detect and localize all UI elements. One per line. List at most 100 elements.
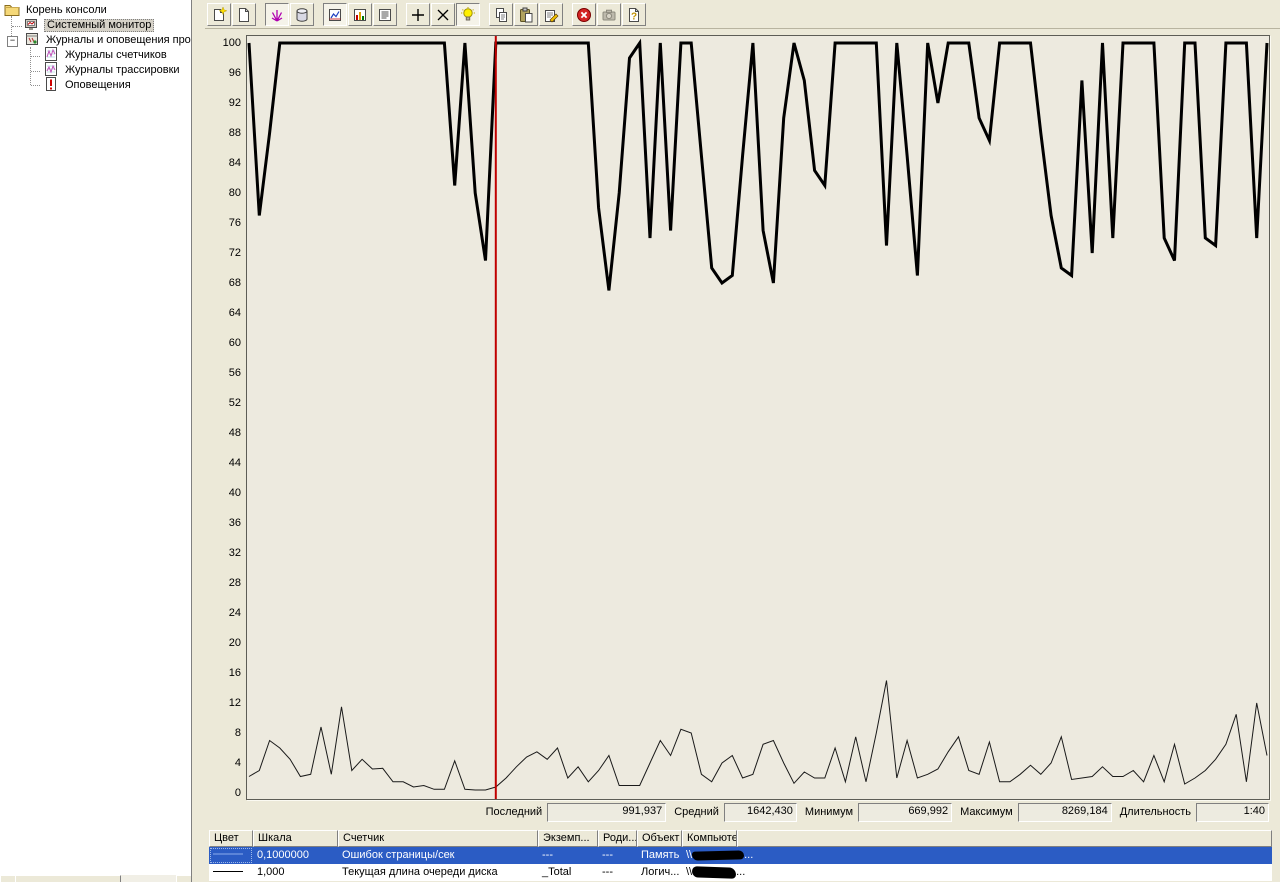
y-tick-label: 60	[228, 337, 241, 349]
add-counter-icon	[412, 8, 424, 21]
counter-object-cell: Логич...	[641, 866, 680, 878]
column-header-computer[interactable]: Компьютер	[682, 830, 737, 847]
y-tick-label: 8	[234, 727, 241, 739]
tree-item-alerts[interactable]: Оповещения	[43, 77, 133, 93]
view-current-activity-button[interactable]	[265, 3, 289, 26]
copy-properties-button[interactable]	[489, 3, 513, 26]
tree-item-counter-logs[interactable]: Журналы счетчиков	[43, 47, 169, 63]
folder-icon	[4, 1, 20, 20]
paste-counter-list-icon	[520, 7, 533, 22]
duration-value: 1:40	[1196, 802, 1269, 822]
svg-text:?: ?	[631, 11, 637, 22]
computer-suffix: ...	[736, 866, 746, 878]
average-label: Средний	[674, 806, 719, 818]
column-header-scale[interactable]: Шкала	[253, 830, 338, 847]
tree-item-system-monitor[interactable]: Системный монитор	[24, 18, 155, 33]
scroll-left-button[interactable]	[0, 875, 16, 882]
new-counter-set-icon	[214, 6, 227, 21]
y-tick-label: 88	[228, 127, 241, 139]
y-axis: 100 96 92 88 84 80 76 72 68 64 60 56 52 48 44 40 36 32 28 2…	[205, 29, 241, 829]
view-report-icon	[379, 8, 391, 21]
counter-parent-cell: ---	[602, 849, 613, 861]
counter-color-swatch	[213, 870, 243, 872]
update-data-button[interactable]	[597, 3, 621, 26]
maximum-value: 8269,184	[1017, 802, 1112, 822]
counter-computer-cell: \\...	[682, 864, 1272, 881]
paste-counter-list-button[interactable]	[514, 3, 538, 26]
new-counter-set-button[interactable]	[207, 3, 231, 26]
delete-counter-button[interactable]	[431, 3, 455, 26]
scroll-right-button[interactable]	[176, 875, 191, 882]
help-icon: ?	[629, 7, 639, 22]
freeze-display-button[interactable]	[572, 3, 596, 26]
column-header-parent[interactable]: Роди...	[598, 830, 637, 847]
freeze-display-icon	[577, 7, 591, 22]
performance-monitor-window: Корень консоли Системный монитор − Журна…	[0, 0, 1280, 882]
view-graph-icon	[329, 8, 341, 21]
counter-name-cell: Текущая длина очереди диска	[342, 866, 498, 878]
highlight-button[interactable]	[456, 3, 480, 26]
tree-expander-minus[interactable]: −	[7, 36, 18, 47]
y-tick-label: 32	[228, 547, 241, 559]
chart-lines	[247, 36, 1269, 799]
counter-row-disk-queue[interactable]: 1,000 Текущая длина очереди диска _Total…	[209, 864, 1272, 881]
scroll-thumb[interactable]	[15, 875, 121, 882]
column-header-color[interactable]: Цвет	[209, 830, 253, 847]
y-tick-label: 20	[228, 637, 241, 649]
computer-suffix: ...	[744, 849, 754, 861]
y-tick-label: 48	[228, 427, 241, 439]
counter-legend-table: Цвет Шкала Счетчик Экземп... Роди... Объ…	[209, 830, 1272, 881]
pane-splitter[interactable]	[192, 0, 205, 882]
tree-item-label: Журналы счетчиков	[65, 49, 167, 61]
minimum-value: 669,992	[858, 802, 953, 822]
view-histogram-icon	[354, 8, 366, 21]
duration-label: Длительность	[1119, 806, 1191, 818]
counter-color-cell	[209, 847, 253, 864]
value-bar: Последний 991,937 Средний 1642,430 Миним…	[485, 802, 1269, 822]
counter-row-page-faults[interactable]: 0,1000000 Ошибок страницы/сек --- --- Па…	[209, 847, 1272, 864]
counter-instance-cell: ---	[542, 849, 553, 861]
y-tick-label: 24	[228, 607, 241, 619]
counter-object-cell: Память	[641, 849, 680, 861]
y-tick-label: 4	[234, 757, 241, 769]
column-header-object[interactable]: Объект	[637, 830, 682, 847]
system-monitor-view: ? 100 96 92 88 84 80 76 72 68 64 60 56 52 48 44 40 36 32 2…	[205, 0, 1280, 882]
tree-connector	[31, 56, 40, 57]
y-tick-label: 92	[228, 97, 241, 109]
clear-display-button[interactable]	[232, 3, 256, 26]
view-report-button[interactable]	[373, 3, 397, 26]
y-tick-label: 56	[228, 367, 241, 379]
delete-counter-icon	[437, 9, 449, 20]
y-tick-label: 16	[228, 667, 241, 679]
view-histogram-button[interactable]	[348, 3, 372, 26]
help-button[interactable]: ?	[622, 3, 646, 26]
update-data-icon	[602, 9, 616, 20]
clear-display-icon	[239, 7, 249, 22]
y-tick-label: 84	[228, 157, 241, 169]
monitor-toolbar: ?	[205, 0, 1280, 29]
y-tick-label: 52	[228, 397, 241, 409]
view-graph-button[interactable]	[323, 3, 347, 26]
column-header-instance[interactable]: Экземп...	[538, 830, 598, 847]
counter-color-swatch	[213, 853, 243, 856]
tree-item-trace-logs[interactable]: Журналы трассировки	[43, 62, 182, 78]
column-header-counter[interactable]: Счетчик	[338, 830, 538, 847]
properties-button[interactable]	[539, 3, 563, 26]
y-tick-label: 80	[228, 187, 241, 199]
tree-horizontal-scrollbar[interactable]	[0, 875, 191, 882]
legend-header-row: Цвет Шкала Счетчик Экземп... Роди... Объ…	[209, 830, 1272, 847]
tree-connector	[31, 71, 40, 72]
counter-scale-cell: 0,1000000	[257, 849, 309, 861]
y-tick-label: 44	[228, 457, 241, 469]
add-counter-button[interactable]	[406, 3, 430, 26]
last-label: Последний	[485, 806, 543, 818]
tree-item-console-root[interactable]: Корень консоли	[4, 3, 109, 18]
average-value: 1642,430	[723, 802, 797, 822]
view-log-data-button[interactable]	[290, 3, 314, 26]
maximum-label: Максимум	[960, 806, 1013, 818]
column-header-filler	[737, 830, 1272, 847]
y-tick-label: 96	[228, 67, 241, 79]
y-tick-label: 76	[228, 217, 241, 229]
tree-item-label: Оповещения	[65, 79, 131, 91]
view-current-activity-icon	[271, 9, 283, 22]
